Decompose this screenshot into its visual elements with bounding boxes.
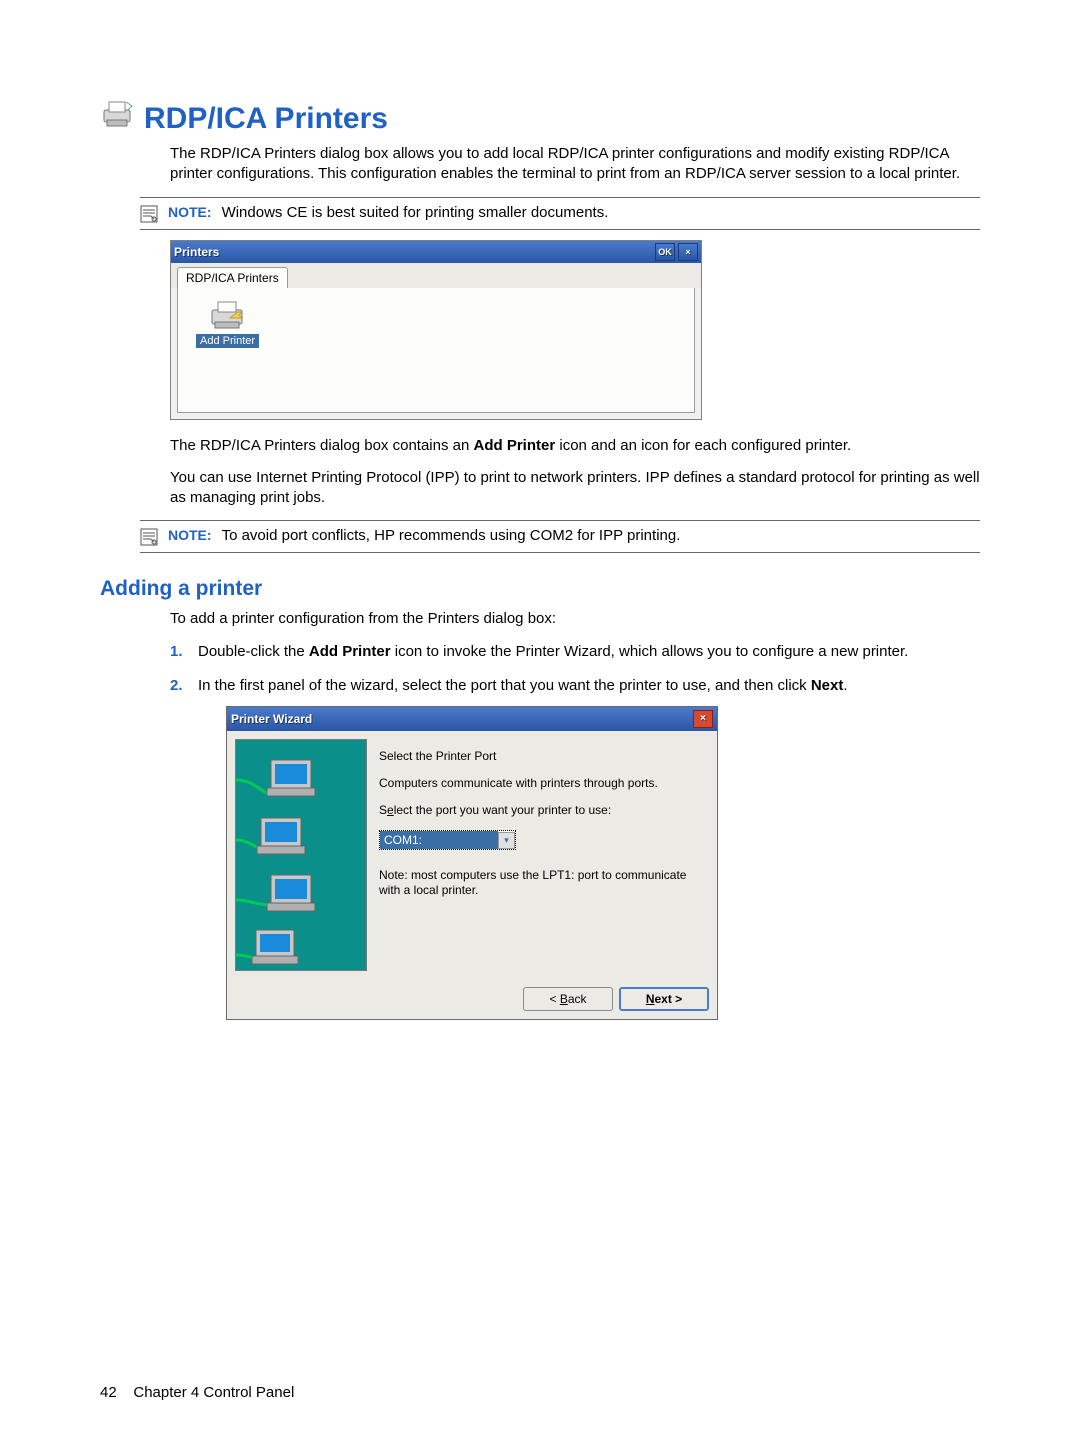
section-heading-text: RDP/ICA Printers xyxy=(144,102,388,136)
paragraph-ipp: You can use Internet Printing Protocol (… xyxy=(170,468,980,509)
section-heading: RDP/ICA Printers xyxy=(100,100,980,138)
add-printer-item[interactable]: Add Printer xyxy=(196,300,259,348)
add-printer-label: Add Printer xyxy=(196,334,259,348)
wizard-sidebar-image xyxy=(235,739,367,971)
wizard-note: Note: most computers use the LPT1: port … xyxy=(379,868,701,898)
printer-icon xyxy=(100,100,136,138)
chevron-down-icon[interactable]: ▾ xyxy=(498,832,515,849)
printers-dialog-title: Printers xyxy=(174,245,219,259)
printer-wizard-title: Printer Wizard xyxy=(231,711,312,727)
note-1: NOTE: Windows CE is best suited for prin… xyxy=(140,197,980,230)
note-2: NOTE: To avoid port conflicts, HP recomm… xyxy=(140,520,980,553)
note-icon xyxy=(140,205,158,223)
back-button[interactable]: < Back xyxy=(523,987,613,1011)
close-button[interactable]: × xyxy=(693,710,713,728)
close-button[interactable]: × xyxy=(678,243,698,261)
next-button[interactable]: Next > xyxy=(619,987,709,1011)
note-icon xyxy=(140,528,158,546)
note-label: NOTE: xyxy=(168,204,212,220)
chapter-label: Chapter 4 Control Panel xyxy=(133,1384,294,1401)
printer-wizard-icon xyxy=(208,300,248,332)
ok-button[interactable]: OK xyxy=(655,243,675,261)
note-label: NOTE: xyxy=(168,527,212,543)
printers-dialog: Printers OK × RDP/ICA Printers Add Pr xyxy=(170,240,702,420)
paragraph-add-printer-desc: The RDP/ICA Printers dialog box contains… xyxy=(170,436,980,456)
subheading-intro: To add a printer configuration from the … xyxy=(170,609,980,629)
page-footer: 42 Chapter 4 Control Panel xyxy=(100,1384,294,1401)
page-number: 42 xyxy=(100,1384,117,1401)
note-text: Windows CE is best suited for printing s… xyxy=(222,204,609,221)
intro-paragraph: The RDP/ICA Printers dialog box allows y… xyxy=(170,144,980,185)
wizard-heading: Select the Printer Port xyxy=(379,749,701,764)
port-select-value: COM1: xyxy=(380,831,498,849)
tab-rdp-ica-printers[interactable]: RDP/ICA Printers xyxy=(177,267,288,288)
wizard-desc-1: Computers communicate with printers thro… xyxy=(379,776,701,791)
port-select[interactable]: COM1: ▾ xyxy=(379,830,516,850)
step-1: Double-click the Add Printer icon to inv… xyxy=(198,642,980,662)
wizard-select-label: Select the port you want your printer to… xyxy=(379,803,701,818)
printer-wizard-dialog: Printer Wizard × xyxy=(226,706,718,1020)
step-2: In the first panel of the wizard, select… xyxy=(198,676,980,1020)
note-text: To avoid port conflicts, HP recommends u… xyxy=(222,527,681,544)
steps-list: Double-click the Add Printer icon to inv… xyxy=(170,642,980,1021)
subheading-adding-a-printer: Adding a printer xyxy=(100,577,980,601)
